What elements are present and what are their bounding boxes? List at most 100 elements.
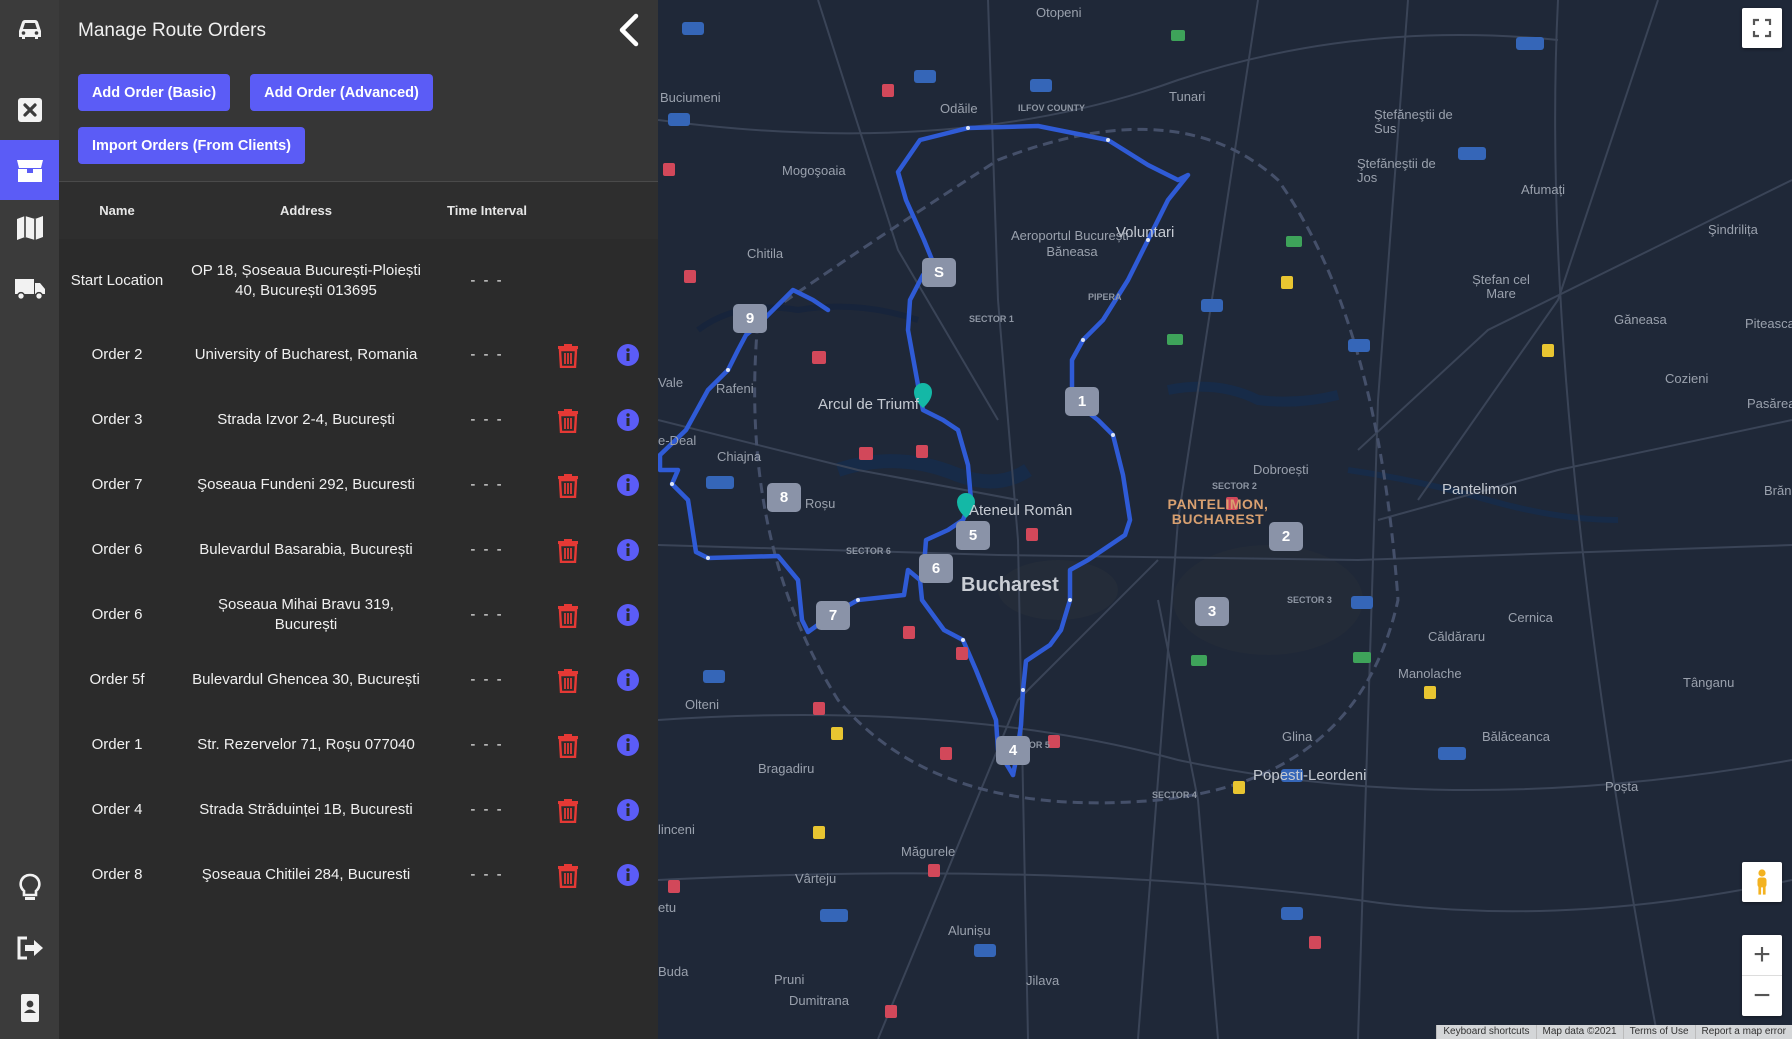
terms-link[interactable]: Terms of Use <box>1622 1025 1695 1039</box>
map-icon <box>16 216 43 240</box>
route-marker-8[interactable]: 8 <box>767 483 801 512</box>
order-info-button[interactable] <box>617 798 639 821</box>
rail-item-close[interactable] <box>0 82 59 138</box>
trash-icon <box>558 408 578 433</box>
place-label: Ştefăneştii de Sus <box>1374 107 1453 136</box>
info-icon <box>617 863 639 886</box>
trash-icon <box>558 473 578 498</box>
table-row: Order 8 Şoseaua Chitilei 284, Bucuresti - … <box>59 842 658 907</box>
rail-item-map[interactable] <box>0 200 59 256</box>
rail-item-vehicles[interactable] <box>0 0 59 56</box>
import-orders-button[interactable]: Import Orders (From Clients) <box>78 127 305 164</box>
add-order-advanced-button[interactable]: Add Order (Advanced) <box>250 74 433 111</box>
place-label: Brăn <box>1764 483 1792 498</box>
place-label: Tunari <box>1169 89 1206 104</box>
delete-order-button[interactable] <box>557 862 579 888</box>
route-map[interactable]: Otopeni Buciumeni Odăile ILFOV COUNTY Tu… <box>658 0 1792 1039</box>
info-icon <box>617 343 639 366</box>
lightbulb-icon <box>18 873 41 900</box>
table-row: Order 4 Strada Străduinței 1B, Bucuresti -… <box>59 777 658 842</box>
order-address: Strada Străduinței 1B, Bucuresti <box>199 800 413 818</box>
route-marker-9[interactable]: 9 <box>733 304 767 333</box>
order-info-button[interactable] <box>617 538 639 561</box>
rail-item-logout[interactable] <box>0 920 59 976</box>
delete-order-button[interactable] <box>557 342 579 368</box>
column-header-name: Name <box>99 203 135 218</box>
order-time-interval: - - - <box>470 865 504 883</box>
place-label: Bucharest <box>961 574 1059 596</box>
delete-order-button[interactable] <box>557 732 579 758</box>
place-label: Otopeni <box>1036 5 1082 20</box>
car-icon <box>18 20 41 39</box>
delete-order-button[interactable] <box>557 667 579 693</box>
add-order-basic-button[interactable]: Add Order (Basic) <box>78 74 230 111</box>
table-row: Order 6 Bulevardul Basarabia, București - … <box>59 517 658 582</box>
order-info-button[interactable] <box>617 408 639 431</box>
route-marker-start[interactable]: S <box>922 258 956 287</box>
panel-header: Manage Route Orders Add Order (Basic) Ad… <box>59 0 658 182</box>
collapse-panel-button[interactable] <box>612 12 646 48</box>
place-label: SECTOR 6 <box>846 546 891 556</box>
zoom-out-button[interactable]: − <box>1742 976 1782 1016</box>
delete-order-button[interactable] <box>557 797 579 823</box>
place-label: Buciumeni <box>660 90 721 105</box>
route-marker-5[interactable]: 5 <box>956 521 990 550</box>
order-info-button[interactable] <box>617 343 639 366</box>
delete-order-button[interactable] <box>557 472 579 498</box>
table-row: Order 7 Şoseaua Fundeni 292, Bucuresti - -… <box>59 452 658 517</box>
street-view-pegman-button[interactable] <box>1742 862 1782 902</box>
place-label: Alunișu <box>948 923 991 938</box>
order-info-button[interactable] <box>617 473 639 496</box>
rail-item-trucks[interactable] <box>0 260 59 316</box>
logout-icon <box>17 936 43 960</box>
rail-item-tips[interactable] <box>0 860 59 916</box>
route-marker-2[interactable]: 2 <box>1269 522 1303 551</box>
rail-item-orders[interactable] <box>0 140 59 200</box>
order-address: Şoseaua Fundeni 292, Bucuresti <box>197 475 415 493</box>
order-info-button[interactable] <box>617 733 639 756</box>
trash-icon <box>558 798 578 823</box>
app-window: Manage Route Orders Add Order (Basic) Ad… <box>0 0 1792 1039</box>
order-address: Strada Izvor 2-4, București <box>217 410 395 428</box>
order-info-button[interactable] <box>617 863 639 886</box>
delete-order-button[interactable] <box>557 537 579 563</box>
order-info-button[interactable] <box>617 603 639 626</box>
order-name: Order 3 <box>91 410 143 428</box>
route-marker-1[interactable]: 1 <box>1065 387 1099 416</box>
info-icon <box>617 603 639 626</box>
route-marker-4[interactable]: 4 <box>996 736 1030 765</box>
order-time-interval: - - - <box>470 605 504 623</box>
place-label: Găneasa <box>1614 312 1667 327</box>
order-info-button[interactable] <box>617 668 639 691</box>
report-error-link[interactable]: Report a map error <box>1694 1025 1792 1039</box>
order-name: Order 1 <box>91 735 143 753</box>
order-time-interval: - - - <box>470 735 504 753</box>
place-label: Ştefăneştii de Jos <box>1357 156 1436 185</box>
fullscreen-button[interactable] <box>1742 8 1782 48</box>
place-label: Pasărea <box>1747 396 1792 411</box>
trash-icon <box>558 733 578 758</box>
order-time-interval: - - - <box>470 670 504 688</box>
route-marker-6[interactable]: 6 <box>919 554 953 583</box>
truck-icon <box>14 279 45 301</box>
fullscreen-icon <box>1752 18 1772 38</box>
place-label: SECTOR 4 <box>1152 790 1197 800</box>
delete-order-button[interactable] <box>557 407 579 433</box>
route-marker-3[interactable]: 3 <box>1195 597 1229 626</box>
place-label: Dobroești <box>1253 462 1309 477</box>
pegman-icon <box>1757 869 1767 895</box>
place-label: SECTOR 2 <box>1212 481 1257 491</box>
info-icon <box>617 408 639 431</box>
order-time-interval: - - - <box>470 410 504 428</box>
place-label: ILFOV COUNTY <box>1018 103 1085 113</box>
table-row: Order 3 Strada Izvor 2-4, București - - - <box>59 387 658 452</box>
order-name: Order 5f <box>89 670 145 688</box>
delete-order-button[interactable] <box>557 602 579 628</box>
close-square-icon <box>17 98 42 122</box>
rail-item-contacts[interactable] <box>0 980 59 1036</box>
keyboard-shortcuts-link[interactable]: Keyboard shortcuts <box>1436 1025 1535 1039</box>
place-label: Căldăraru <box>1428 629 1486 644</box>
route-marker-7[interactable]: 7 <box>816 601 850 630</box>
zoom-in-button[interactable]: + <box>1742 936 1782 976</box>
order-address: OP 18, Șoseaua București-Ploiești 40, Bu… <box>191 261 421 299</box>
